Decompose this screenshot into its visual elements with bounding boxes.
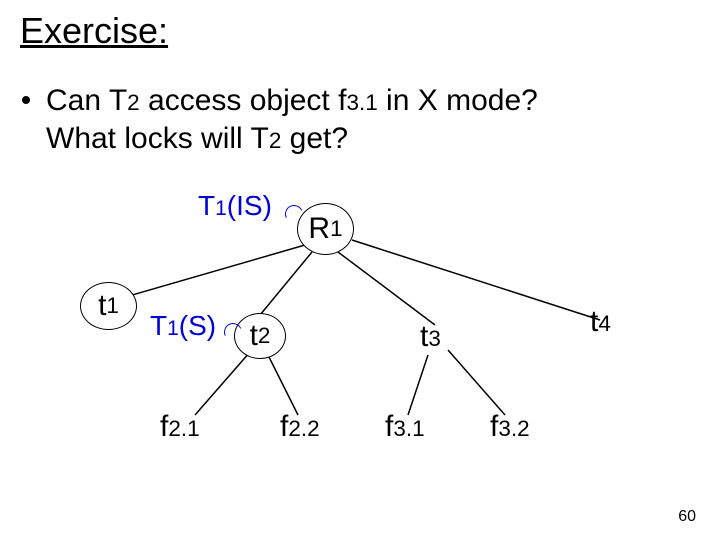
node-f31-sub: 3.1 bbox=[393, 416, 424, 441]
node-f21-sub: 2.1 bbox=[168, 416, 199, 441]
node-r1-sub: 1 bbox=[330, 216, 343, 242]
lock-r1-pre: T bbox=[198, 190, 215, 221]
node-r1-pre: R bbox=[308, 212, 330, 246]
lock-t2-post: (S) bbox=[179, 310, 216, 341]
lock-label-t2: T1(S) bbox=[150, 310, 216, 342]
slide: Exercise: Can T2 access object f3.1 in X… bbox=[0, 0, 720, 540]
node-t2-sub: 2 bbox=[258, 323, 271, 349]
node-t3: t3 bbox=[420, 320, 441, 354]
node-r1: R1 bbox=[297, 203, 354, 255]
lock-r1-sub: 1 bbox=[215, 197, 227, 220]
node-t4: t4 bbox=[590, 305, 611, 339]
node-f22-sub: 2.2 bbox=[288, 416, 319, 441]
node-f32-sub: 3.2 bbox=[498, 416, 529, 441]
node-f31: f3.1 bbox=[385, 410, 425, 444]
node-t1: t1 bbox=[80, 282, 137, 330]
lock-t2-pre: T bbox=[150, 310, 167, 341]
lock-r1-post: (IS) bbox=[227, 190, 272, 221]
node-t3-sub: 3 bbox=[428, 326, 441, 351]
node-f22: f2.2 bbox=[280, 410, 320, 444]
lock-label-r1: T1(IS) bbox=[198, 190, 272, 222]
node-f32: f3.2 bbox=[490, 410, 530, 444]
node-f21: f2.1 bbox=[160, 410, 200, 444]
tree-edges bbox=[0, 0, 720, 540]
node-t2-pre: t bbox=[250, 319, 258, 353]
node-t4-sub: 4 bbox=[598, 311, 611, 336]
lock-t2-sub: 1 bbox=[167, 317, 179, 340]
node-t1-pre: t bbox=[98, 289, 106, 323]
node-t1-sub: 1 bbox=[106, 293, 119, 319]
node-t2: t2 bbox=[234, 313, 286, 359]
